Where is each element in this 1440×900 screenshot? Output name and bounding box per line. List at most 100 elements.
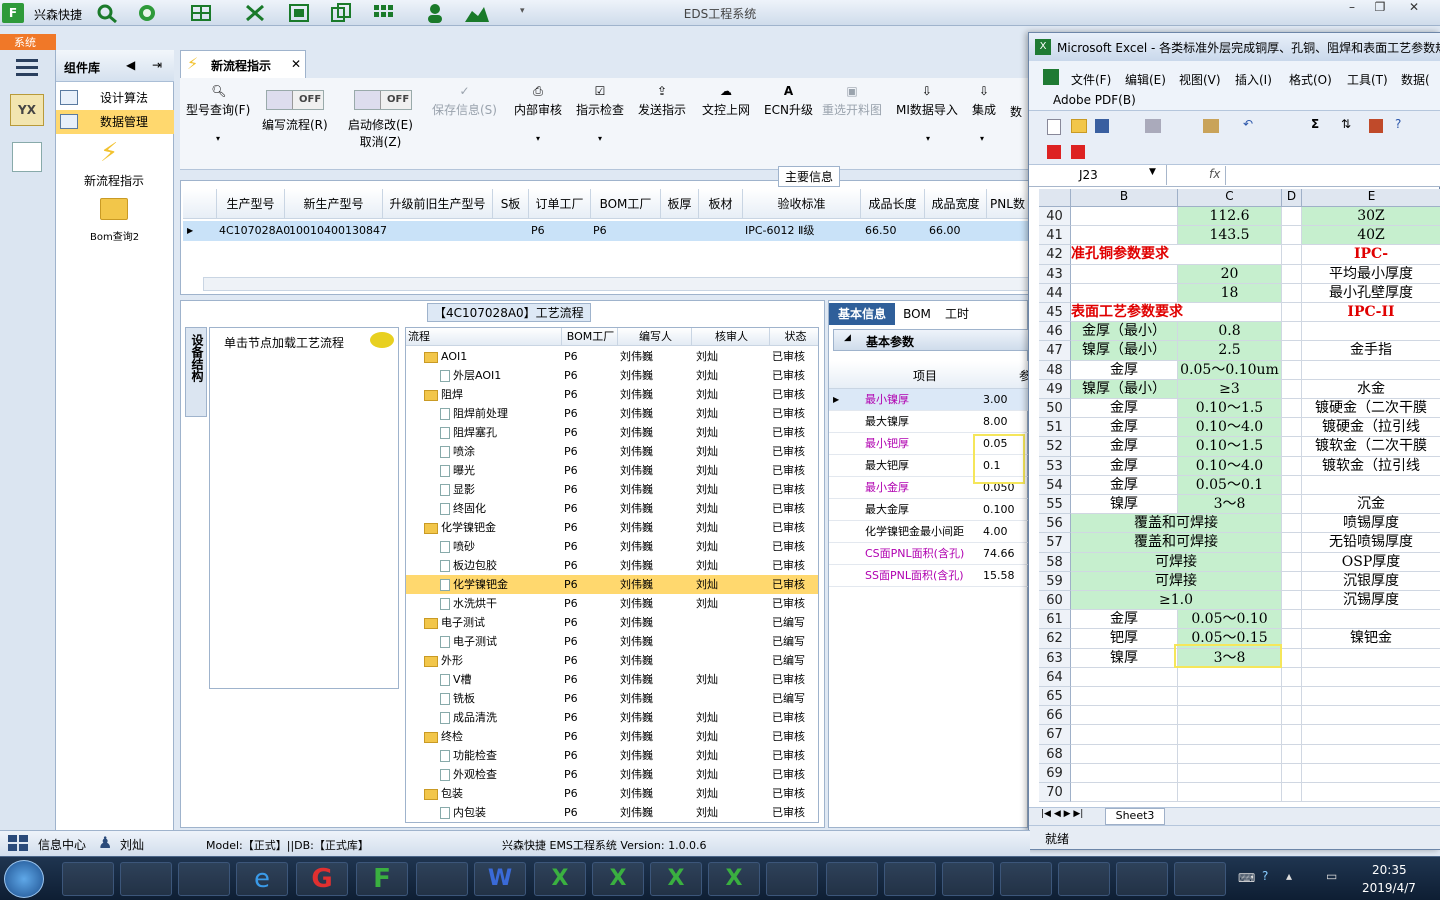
row-number[interactable]: 43 — [1039, 264, 1071, 284]
cell[interactable] — [1282, 783, 1302, 803]
cell[interactable] — [1282, 283, 1302, 303]
cell[interactable] — [1302, 322, 1440, 342]
col-header[interactable]: 新生产型号 — [285, 189, 383, 219]
col-header[interactable]: BOM工厂 — [591, 189, 661, 219]
cell[interactable] — [1302, 706, 1440, 726]
cell[interactable] — [1178, 783, 1282, 803]
menu-view[interactable]: 视图(V) — [1179, 71, 1221, 88]
col-header[interactable]: 订单工厂 — [529, 189, 591, 219]
tree-row[interactable]: 包装 P6 刘伟巍 刘灿 已审核 — [406, 784, 818, 803]
paste-icon[interactable] — [1203, 119, 1219, 133]
cell[interactable] — [1302, 783, 1440, 803]
cell[interactable] — [1282, 629, 1302, 649]
menu-format[interactable]: 格式(O) — [1289, 71, 1332, 88]
menu-icon[interactable] — [16, 58, 38, 76]
cell[interactable]: 40Z — [1302, 226, 1440, 246]
formula-input[interactable] — [1225, 166, 1435, 185]
cell[interactable]: 0.05～0.1 — [1178, 475, 1282, 495]
start-button[interactable] — [4, 860, 44, 898]
row-number[interactable]: 42 — [1039, 245, 1071, 265]
cell[interactable] — [1282, 648, 1302, 668]
col-header[interactable]: 板材 — [699, 189, 743, 219]
tree-row[interactable]: 内包装 P6 刘伟巍 刘灿 已审核 — [406, 803, 818, 822]
cell[interactable] — [1282, 571, 1302, 591]
cell[interactable]: 无铅喷锡厚度 — [1302, 533, 1440, 553]
cell[interactable]: 20 — [1178, 264, 1282, 284]
row-number[interactable]: 70 — [1039, 783, 1071, 803]
help-icon[interactable]: ? — [1395, 117, 1401, 131]
cell[interactable] — [1071, 264, 1178, 284]
lightning-icon[interactable]: ⚡ — [100, 138, 118, 168]
name-box-dropdown-icon[interactable]: ▼ — [1149, 167, 1156, 177]
cell[interactable]: 镀软金（拉引线 — [1302, 457, 1440, 476]
col-header[interactable]: 成品长度 — [861, 189, 925, 219]
row-number[interactable]: 66 — [1039, 706, 1071, 726]
row-number[interactable]: 44 — [1039, 283, 1071, 303]
cell[interactable]: 水金 — [1302, 380, 1440, 399]
row-number[interactable]: 61 — [1039, 610, 1071, 630]
row-number[interactable]: 40 — [1039, 207, 1071, 227]
cell[interactable] — [1178, 706, 1282, 726]
cell[interactable] — [1282, 399, 1302, 419]
tray-arrow-icon[interactable]: ▴ — [1286, 869, 1292, 883]
first-sheet-icon[interactable]: |◀ ◀ ▶ ▶| — [1041, 809, 1083, 819]
cell[interactable] — [1071, 744, 1178, 764]
tree-row[interactable]: 成品清洗 P6 刘伟巍 刘灿 已审核 — [406, 708, 818, 727]
cell[interactable] — [1282, 475, 1302, 495]
start-modify-button[interactable]: 启动修改(E) 取消(Z) — [348, 116, 413, 150]
cell[interactable]: 0.10～1.5 — [1178, 399, 1282, 419]
cell[interactable] — [1282, 725, 1302, 745]
row-number[interactable]: 54 — [1039, 475, 1071, 495]
undo-icon[interactable]: ↶ — [1243, 117, 1253, 131]
dropdown-icon[interactable]: ▾ — [980, 134, 984, 143]
param-value[interactable]: 8.00 — [983, 411, 1008, 433]
cell[interactable]: 金厚 — [1071, 360, 1178, 380]
pdf-icon[interactable] — [1047, 145, 1061, 159]
pin-icon[interactable]: ⇥ — [152, 58, 162, 72]
cell[interactable] — [1071, 763, 1178, 783]
collapse-left-icon[interactable]: ◀ — [126, 58, 135, 72]
system-tab[interactable]: 系统 — [0, 34, 56, 50]
cell[interactable] — [1282, 418, 1302, 438]
cell[interactable]: 准孔铜参数要求 — [1071, 245, 1282, 265]
cell[interactable] — [1302, 687, 1440, 707]
row-number[interactable]: 47 — [1039, 341, 1071, 361]
cell[interactable]: 沉金 — [1302, 495, 1440, 515]
cell[interactable]: IPC-II — [1302, 303, 1440, 323]
cell[interactable]: 镍钯金 — [1302, 629, 1440, 649]
row-number[interactable]: 63 — [1039, 648, 1071, 668]
doc-control-online-button[interactable]: ☁ 文控上网 — [702, 84, 750, 118]
cell[interactable]: 112.6 — [1178, 207, 1282, 227]
cell[interactable]: 覆盖和可焊接 — [1071, 514, 1282, 534]
taskbar-app-shell-icon[interactable] — [416, 862, 468, 896]
keyboard-icon[interactable]: ⌨ — [1238, 871, 1255, 885]
cell[interactable]: 金厚 — [1071, 399, 1178, 419]
col-header[interactable]: 成品宽度 — [925, 189, 987, 219]
tree-row[interactable]: 铣板 P6 刘伟巍 已编写 — [406, 689, 818, 708]
menu-tools[interactable]: 工具(T) — [1347, 71, 1388, 88]
col-header[interactable]: S板 — [493, 189, 529, 219]
instruction-check-button[interactable]: ☑ 指示检查 — [576, 84, 624, 118]
row-number[interactable]: 45 — [1039, 303, 1071, 323]
tree-row[interactable]: 电子测试 P6 刘伟巍 已编写 — [406, 613, 818, 632]
taskbar-app-ie-icon[interactable]: e — [236, 862, 288, 896]
param-value[interactable]: 15.58 — [983, 565, 1015, 587]
print-icon[interactable] — [1145, 119, 1161, 133]
tree-row[interactable]: 阻焊 P6 刘伟巍 刘灿 已审核 — [406, 385, 818, 404]
help-icon[interactable]: ? — [1262, 869, 1268, 883]
row-number[interactable]: 55 — [1039, 495, 1071, 515]
cell[interactable]: OSP厚度 — [1302, 553, 1440, 572]
cell[interactable] — [1302, 764, 1440, 783]
cell[interactable] — [1282, 341, 1302, 361]
column-header-c[interactable]: C — [1178, 189, 1282, 207]
cell[interactable]: 金厚 — [1071, 418, 1178, 438]
cell[interactable]: 143.5 — [1178, 226, 1282, 246]
menu-data[interactable]: 数据( — [1401, 71, 1430, 88]
cell[interactable] — [1282, 744, 1302, 764]
chart-icon[interactable] — [1369, 119, 1383, 133]
cell[interactable] — [1282, 303, 1302, 323]
col-header[interactable]: 板厚 — [661, 189, 699, 219]
cell[interactable] — [1178, 667, 1282, 687]
pdf-convert-icon[interactable] — [1071, 145, 1085, 159]
col-header[interactable]: PNL数 — [987, 189, 1029, 219]
